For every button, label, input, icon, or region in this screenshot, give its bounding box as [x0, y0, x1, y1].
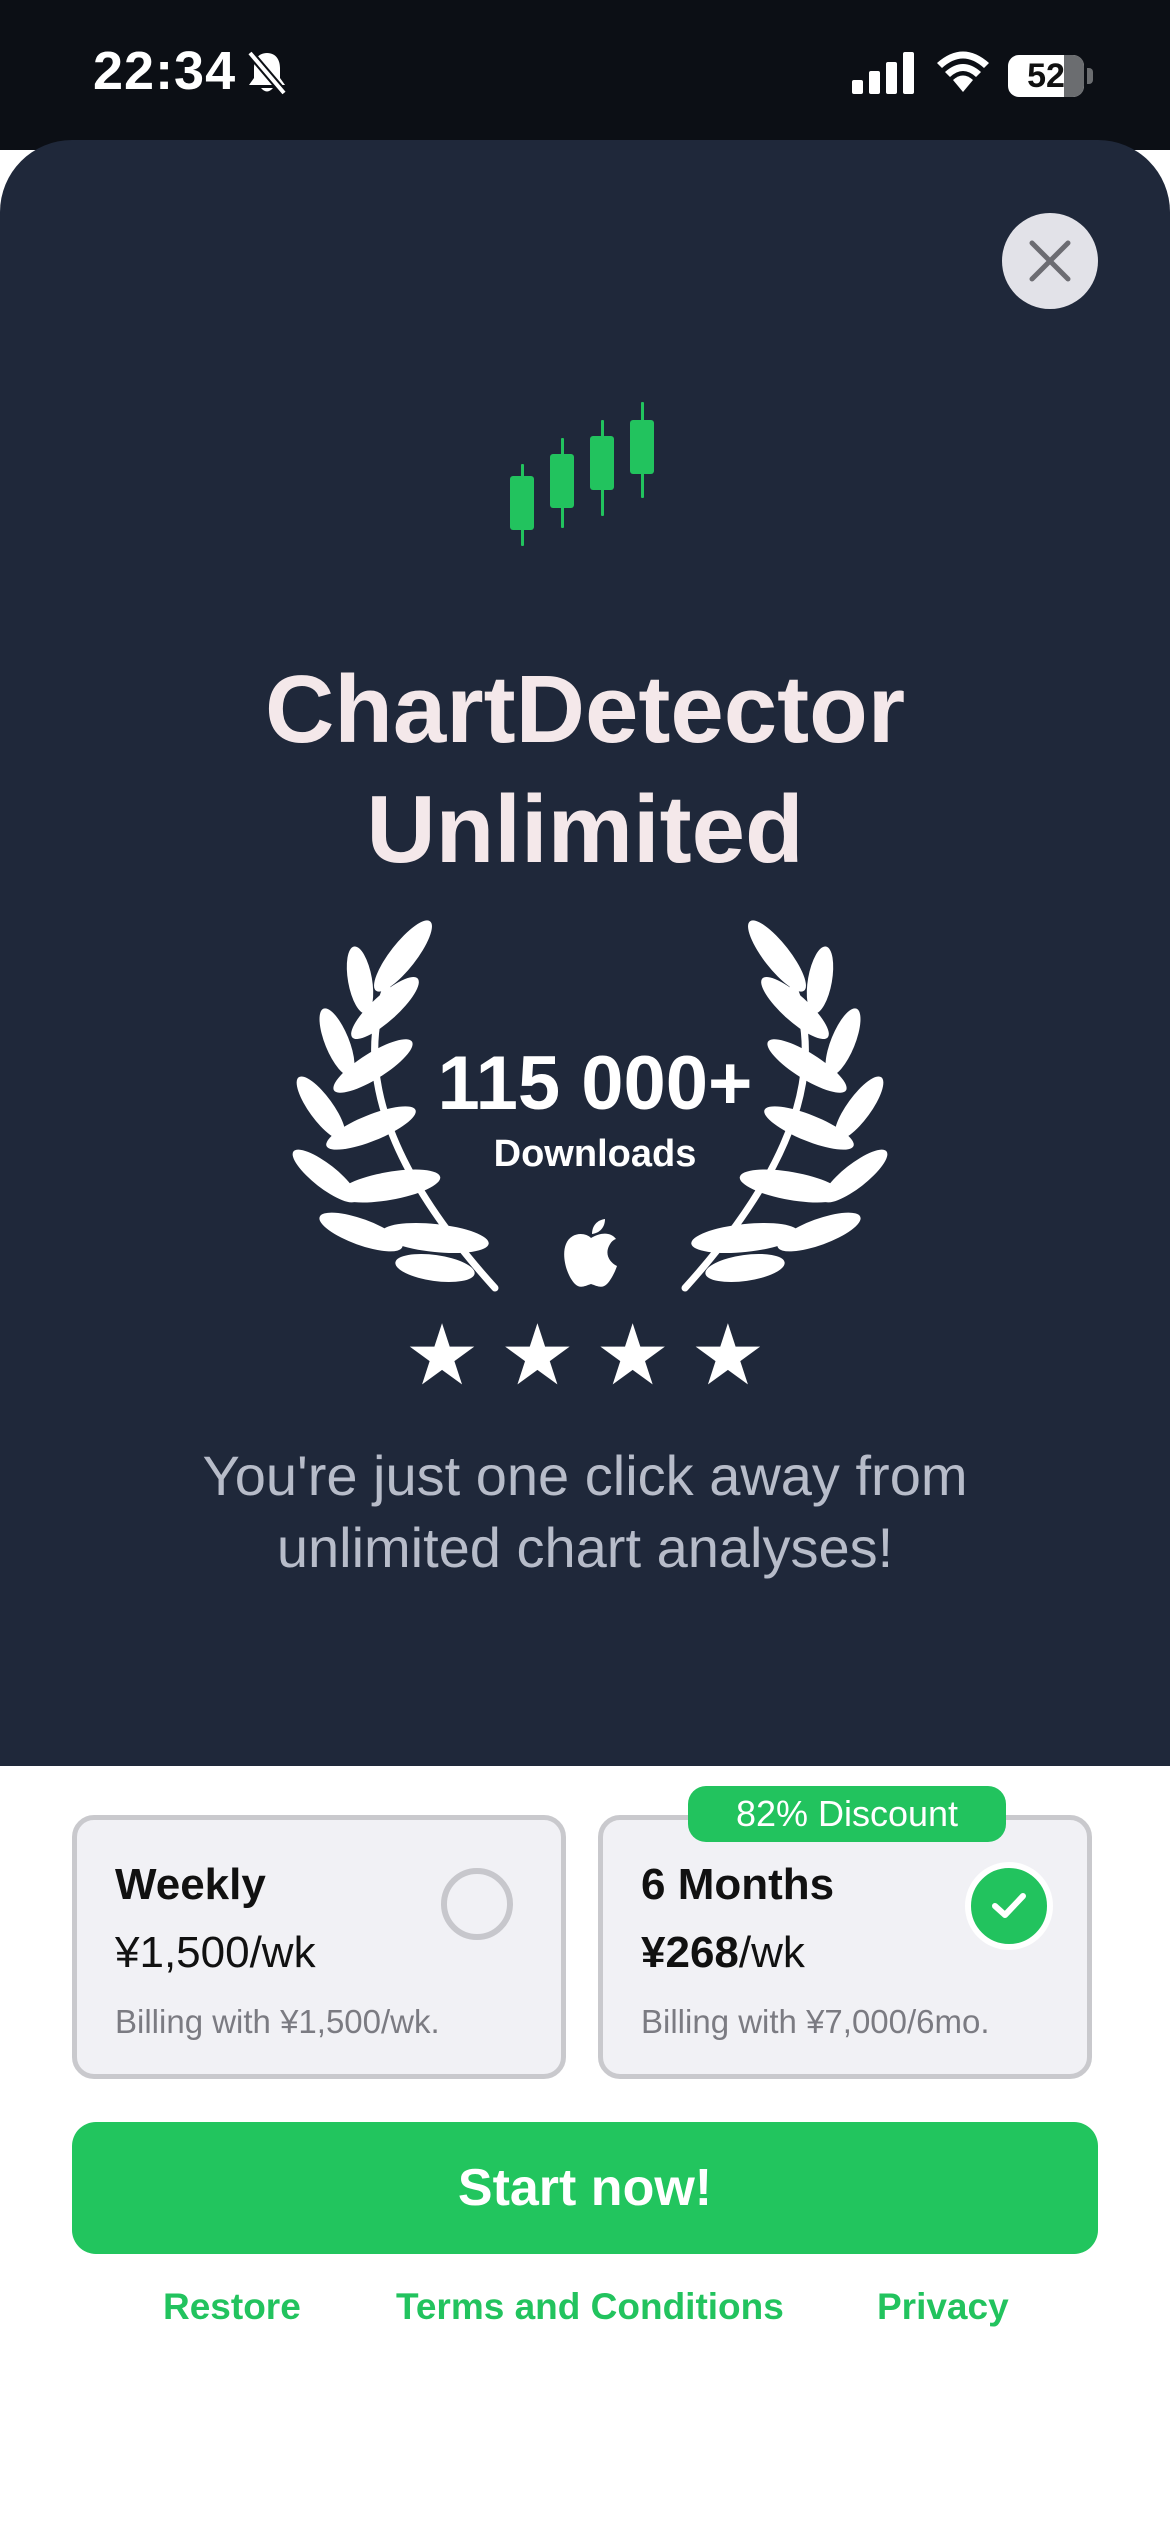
privacy-link[interactable]: Privacy	[877, 2286, 1009, 2328]
plan-card-6-months[interactable]: 6 Months ¥268/wk Billing with ¥7,000/6mo…	[598, 1815, 1092, 2079]
app-title-line1: ChartDetector	[264, 656, 906, 763]
downloads-count: 115 000+	[437, 1041, 753, 1126]
app-title: ChartDetector Unlimited	[0, 650, 1170, 890]
battery-icon: 52	[1008, 55, 1084, 97]
bell-slash-icon	[246, 50, 288, 96]
plan-billing: Billing with ¥1,500/wk.	[115, 2003, 440, 2040]
plan-card-weekly[interactable]: Weekly ¥1,500/wk Billing with ¥1,500/wk.	[72, 1815, 566, 2079]
apple-icon	[564, 1219, 617, 1287]
rating-stars: ★★★★	[404, 1308, 786, 1402]
plan-price: ¥268/wk	[641, 1928, 805, 1978]
restore-link[interactable]: Restore	[163, 2286, 301, 2328]
battery-tip	[1087, 68, 1093, 84]
radio-unselected[interactable]	[441, 1868, 513, 1940]
tagline: You're just one click away from unlimite…	[202, 1444, 968, 1579]
downloads-label: Downloads	[493, 1133, 697, 1175]
app-title-line2: Unlimited	[366, 776, 804, 883]
checkmark-icon	[992, 1893, 1026, 1918]
status-time: 22:34	[93, 41, 237, 101]
status-bar: 22:34 52	[0, 0, 1170, 150]
plan-price: ¥1,500/wk	[115, 1928, 316, 1978]
close-icon	[1029, 240, 1071, 282]
wifi-icon	[937, 51, 989, 92]
terms-link[interactable]: Terms and Conditions	[396, 2286, 784, 2328]
plan-price-unit: /wk	[249, 1928, 316, 1977]
radio-selected[interactable]	[965, 1862, 1053, 1950]
plan-price-amount: ¥268	[641, 1928, 739, 1977]
plan-name: Weekly	[115, 1860, 266, 1909]
plan-billing: Billing with ¥7,000/6mo.	[641, 2003, 990, 2040]
plan-name: 6 Months	[641, 1860, 835, 1909]
discount-badge: 82% Discount	[688, 1786, 1006, 1842]
plan-price-unit: /wk	[738, 1928, 805, 1977]
signal-icon	[852, 52, 914, 94]
close-button[interactable]	[1002, 213, 1098, 309]
start-now-button[interactable]: Start now!	[72, 2122, 1098, 2254]
candlestick-icon	[510, 402, 654, 546]
plan-price-amount: ¥1,500	[115, 1928, 250, 1977]
battery-level: 52	[1027, 57, 1065, 95]
